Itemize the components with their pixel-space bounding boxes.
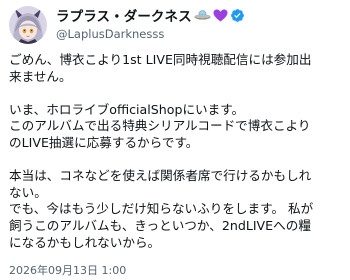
avatar[interactable] (9, 6, 47, 44)
tweet-timestamp[interactable]: 2026年09月13日 1:00 (9, 262, 126, 278)
verified-badge-icon (230, 8, 245, 23)
tweet-paragraph: 本当は、コネなどを使えば関係者席で行けるかもしれ ない。 でも、今はもう少しだけ… (9, 168, 314, 250)
tweet-paragraph: ごめん、博衣こより1st LIVE同時視聴配信には参加出 来ません。 (9, 52, 312, 84)
tweet-paragraph: いま、ホロライブofficialShopにいます。 このアルバムで出る特典シリア… (9, 101, 311, 150)
author-name-row: ラプラス・ダークネス (56, 5, 245, 25)
purple-heart-emoji (213, 9, 228, 22)
ufo-emoji (194, 9, 211, 22)
author-display-name[interactable]: ラプラス・ダークネス (56, 5, 192, 25)
tweet-text: ごめん、博衣こより1st LIVE同時視聴配信には参加出 来ません。 いま、ホロ… (9, 52, 340, 251)
tweet-card: ラプラス・ダークネス @LaplusDarknesss ごめん、博衣こより1st… (0, 0, 350, 280)
author-handle[interactable]: @LaplusDarknesss (56, 27, 164, 41)
